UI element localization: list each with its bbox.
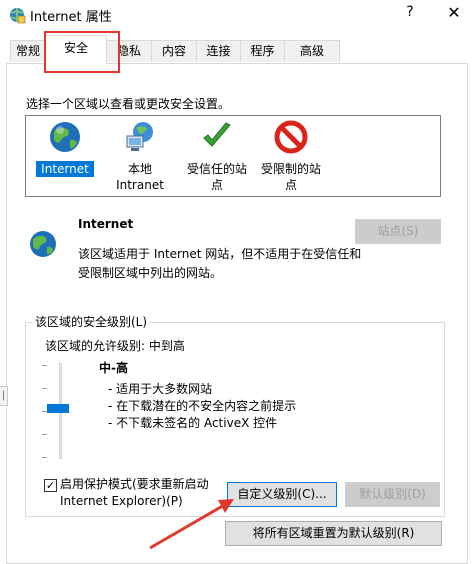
zone-intranet[interactable]: 本地 Intranet	[112, 120, 168, 193]
zone-internet[interactable]: Internet	[36, 120, 94, 177]
title-bar: Internet 属性 ? ✕	[0, 0, 474, 30]
sites-button[interactable]: 站点(S)	[355, 219, 441, 244]
protected-mode-label[interactable]: 启用保护模式(要求重新启动 Internet Explorer)(P)	[60, 476, 220, 510]
help-button[interactable]: ?	[400, 4, 420, 20]
level-point: - 适用于大多数网站	[108, 382, 213, 396]
custom-level-button[interactable]: 自定义级别(C)...	[227, 482, 337, 507]
tab-advanced[interactable]: 高级	[284, 40, 340, 62]
security-level-points: - 适用于大多数网站 - 在下载潜在的不安全内容之前提示 - 不下载未签名的 A…	[108, 381, 296, 432]
level-point: - 在下载潜在的不安全内容之前提示	[108, 399, 297, 413]
zone-label-restricted: 受限制的站 点	[260, 162, 321, 192]
zone-label-trusted: 受信任的站 点	[186, 162, 247, 192]
globe-icon	[50, 122, 80, 152]
default-level-button[interactable]: 默认级别(D)	[345, 482, 440, 507]
tab-general[interactable]: 常规	[10, 40, 46, 62]
close-button[interactable]: ✕	[444, 3, 464, 22]
internet-options-icon	[10, 8, 26, 24]
zone-detail-description: 该区域适用于 Internet 网站，但不适用于在受信任和受限制区域中列出的网站…	[78, 247, 362, 280]
allowed-level-text: 该区域的允许级别: 中到高	[45, 339, 185, 353]
tab-programs[interactable]: 程序	[240, 40, 285, 62]
slider-tick	[42, 457, 47, 458]
zone-trusted-sites[interactable]: 受信任的站 点	[182, 120, 252, 193]
zone-restricted-sites[interactable]: 受限制的站 点	[256, 120, 326, 193]
tab-connections[interactable]: 连接	[196, 40, 241, 62]
slider-tick	[42, 365, 47, 366]
slider-tick	[42, 434, 47, 435]
security-level-group-title: 该区域的安全级别(L)	[33, 313, 150, 330]
checkmark-icon	[203, 122, 231, 147]
slider-tick	[42, 388, 47, 389]
slider-thumb[interactable]	[47, 404, 69, 413]
intranet-icon	[126, 122, 153, 151]
tab-highlight-box	[44, 31, 120, 73]
zone-label-intranet: 本地 Intranet	[116, 162, 164, 192]
side-edge-marker: |	[0, 386, 8, 406]
zone-list: Internet 本地 Intranet 受信任的站 点 受限制的站 点	[25, 115, 441, 197]
protected-mode-checkbox[interactable]: ✓	[44, 479, 57, 492]
globe-icon	[30, 231, 56, 257]
level-point: - 不下载未签名的 ActiveX 控件	[108, 416, 278, 430]
security-level-name: 中-高	[99, 361, 128, 375]
zone-label-internet: Internet	[36, 161, 94, 177]
zone-detail-title: Internet	[78, 217, 134, 231]
window-title: Internet 属性	[30, 10, 112, 25]
restricted-icon	[274, 120, 308, 154]
zone-prompt: 选择一个区域以查看或更改安全设置。	[26, 97, 231, 111]
tab-content[interactable]: 内容	[151, 40, 197, 62]
reset-all-zones-button[interactable]: 将所有区域重置为默认级别(R)	[225, 521, 442, 546]
